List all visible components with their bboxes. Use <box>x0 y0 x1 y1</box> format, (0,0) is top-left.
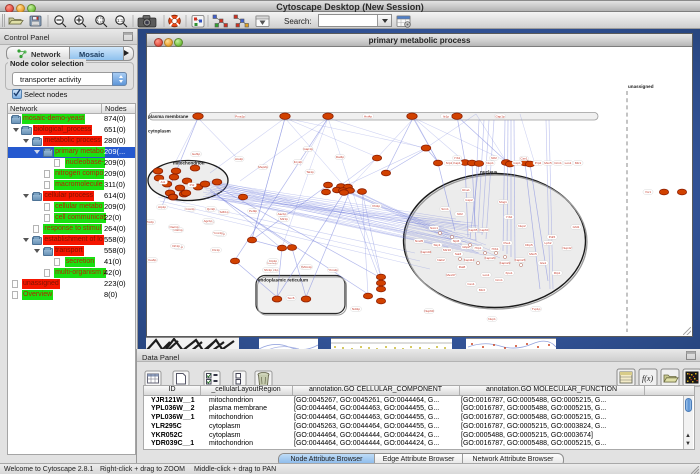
svg-text:Pse1: Pse1 <box>503 241 510 245</box>
svg-text:Npl3: Npl3 <box>453 239 460 243</box>
svg-text:Nup2: Nup2 <box>518 224 526 228</box>
svg-text:Yea6p: Yea6p <box>148 258 157 262</box>
svg-text:Hrp1: Hrp1 <box>475 246 482 250</box>
svg-text:Hrb1: Hrb1 <box>492 247 499 251</box>
svg-text:Kap104: Kap104 <box>421 250 432 254</box>
svg-text:Vht1p: Vht1p <box>372 204 380 208</box>
svg-text:Los1: Los1 <box>565 161 572 165</box>
svg-text:Mtr2: Mtr2 <box>479 288 485 292</box>
svg-text:Gef1p: Gef1p <box>192 152 201 156</box>
svg-text:Sfc1p: Sfc1p <box>264 268 272 272</box>
svg-text:Sal3: Sal3 <box>455 252 461 256</box>
svg-text:Kap60: Kap60 <box>480 228 489 232</box>
svg-text:Hxt4p: Hxt4p <box>364 114 372 118</box>
svg-text:Agc1p: Agc1p <box>204 219 213 223</box>
svg-text:Dal4p: Dal4p <box>336 155 344 159</box>
svg-text:Rat8: Rat8 <box>459 265 466 269</box>
svg-text:Srm1: Srm1 <box>441 207 449 211</box>
svg-text:Crm1: Crm1 <box>495 278 503 282</box>
svg-text:Cse1: Cse1 <box>520 157 528 161</box>
svg-text:plasma membrane: plasma membrane <box>148 114 189 119</box>
svg-text:At1: At1 <box>161 180 166 184</box>
svg-text:Yor1: Yor1 <box>645 190 652 194</box>
svg-text:Ctp1p: Ctp1p <box>269 259 278 263</box>
svg-text:nucleus: nucleus <box>480 170 498 175</box>
svg-text:Atp1p: Atp1p <box>158 205 166 209</box>
svg-text:Pdr6: Pdr6 <box>549 235 556 239</box>
svg-text:Dbp5: Dbp5 <box>525 243 533 247</box>
svg-text:Tat1p: Tat1p <box>306 170 314 174</box>
svg-text:Itr1p: Itr1p <box>443 114 449 118</box>
svg-text:Mtm1p: Mtm1p <box>302 265 312 269</box>
svg-text:f(x): f(x) <box>642 374 653 383</box>
svg-text:Qcr2p: Qcr2p <box>207 207 216 211</box>
svg-text:endoplasmic reticulum: endoplasmic reticulum <box>258 278 308 283</box>
svg-text:Nab2: Nab2 <box>437 258 445 262</box>
svg-text:Ato2p: Ato2p <box>235 157 243 161</box>
svg-text:Mep2p: Mep2p <box>258 165 268 169</box>
svg-text:Ndt1p: Ndt1p <box>352 307 361 311</box>
svg-text:cytoplasm: cytoplasm <box>148 129 171 134</box>
svg-text:unassigned: unassigned <box>628 84 654 89</box>
svg-text:Lph2: Lph2 <box>545 241 552 245</box>
svg-text:Sdh1p: Sdh1p <box>220 210 229 214</box>
svg-text:Gle1: Gle1 <box>540 261 547 265</box>
svg-text:Tvp1p: Tvp1p <box>532 307 541 311</box>
svg-text:Cox4p: Cox4p <box>186 207 195 211</box>
svg-text:Msn5: Msn5 <box>544 161 552 165</box>
svg-text:Pet9p: Pet9p <box>249 209 257 213</box>
svg-text:Kap1: Kap1 <box>453 161 461 165</box>
svg-text:Nup42: Nup42 <box>562 246 571 250</box>
svg-text:Sec6: Sec6 <box>287 296 294 300</box>
svg-text:Gfd1: Gfd1 <box>573 225 580 229</box>
svg-text:Oac1p: Oac1p <box>169 225 178 229</box>
svg-text:Mog1: Mog1 <box>499 200 507 204</box>
svg-text:1:1: 1:1 <box>117 18 124 23</box>
svg-text:Rna1: Rna1 <box>462 188 470 192</box>
svg-text:Ymc1p: Ymc1p <box>213 231 223 235</box>
svg-text:Gsp2: Gsp2 <box>465 198 473 202</box>
svg-text:Aac1p: Aac1p <box>278 212 287 216</box>
svg-text:Sky1: Sky1 <box>434 243 441 247</box>
svg-text:Ntf2: Ntf2 <box>491 156 497 160</box>
svg-text:Cex1: Cex1 <box>467 282 475 286</box>
svg-text:Mir1p: Mir1p <box>280 217 288 221</box>
svg-text:Kap120: Kap120 <box>485 256 496 260</box>
svg-text:Pic2p: Pic2p <box>147 220 154 224</box>
svg-text:Gap1p: Gap1p <box>495 114 505 118</box>
svg-text:Fcy2p: Fcy2p <box>294 160 303 164</box>
svg-text:Kap114: Kap114 <box>464 258 475 262</box>
svg-text:Rip1: Rip1 <box>554 271 561 275</box>
svg-text:Mex67: Mex67 <box>446 273 456 277</box>
svg-text:Yrb2: Yrb2 <box>506 215 513 219</box>
svg-text:Srp1: Srp1 <box>446 161 453 165</box>
svg-text:Yhm2p: Yhm2p <box>328 268 338 272</box>
svg-text:Kap122: Kap122 <box>500 261 511 265</box>
svg-text:Nup1: Nup1 <box>486 161 494 165</box>
svg-text:Ntf2: Ntf2 <box>457 212 463 216</box>
svg-text:Los1: Los1 <box>483 273 490 277</box>
svg-text:mitochondrion: mitochondrion <box>173 161 205 166</box>
svg-text:Xpo1: Xpo1 <box>505 271 513 275</box>
svg-text:Pma1p: Pma1p <box>235 114 245 118</box>
svg-text:Prp2: Prp2 <box>535 161 542 165</box>
svg-text:Kap123: Kap123 <box>515 258 526 262</box>
svg-text:Ort1p: Ort1p <box>172 244 180 248</box>
svg-text:Gap1p: Gap1p <box>303 147 313 151</box>
svg-text:Nup1: Nup1 <box>488 317 496 321</box>
svg-text:Sxm1: Sxm1 <box>430 226 438 230</box>
svg-text:Nmd5: Nmd5 <box>415 239 424 243</box>
svg-text:Crm1: Crm1 <box>554 161 562 165</box>
svg-text:Mtr1: Mtr1 <box>575 161 581 165</box>
svg-text:Nup60: Nup60 <box>424 309 433 313</box>
svg-text:Flx1p: Flx1p <box>212 248 220 252</box>
svg-text:Pt2: Pt2 <box>190 183 195 187</box>
svg-text:Mtr10: Mtr10 <box>443 248 451 252</box>
svg-text:Kap95: Kap95 <box>469 228 478 232</box>
svg-text:Yrb1: Yrb1 <box>454 156 461 160</box>
svg-text:Msn5: Msn5 <box>529 252 537 256</box>
svg-text:Gsp1: Gsp1 <box>513 161 521 165</box>
